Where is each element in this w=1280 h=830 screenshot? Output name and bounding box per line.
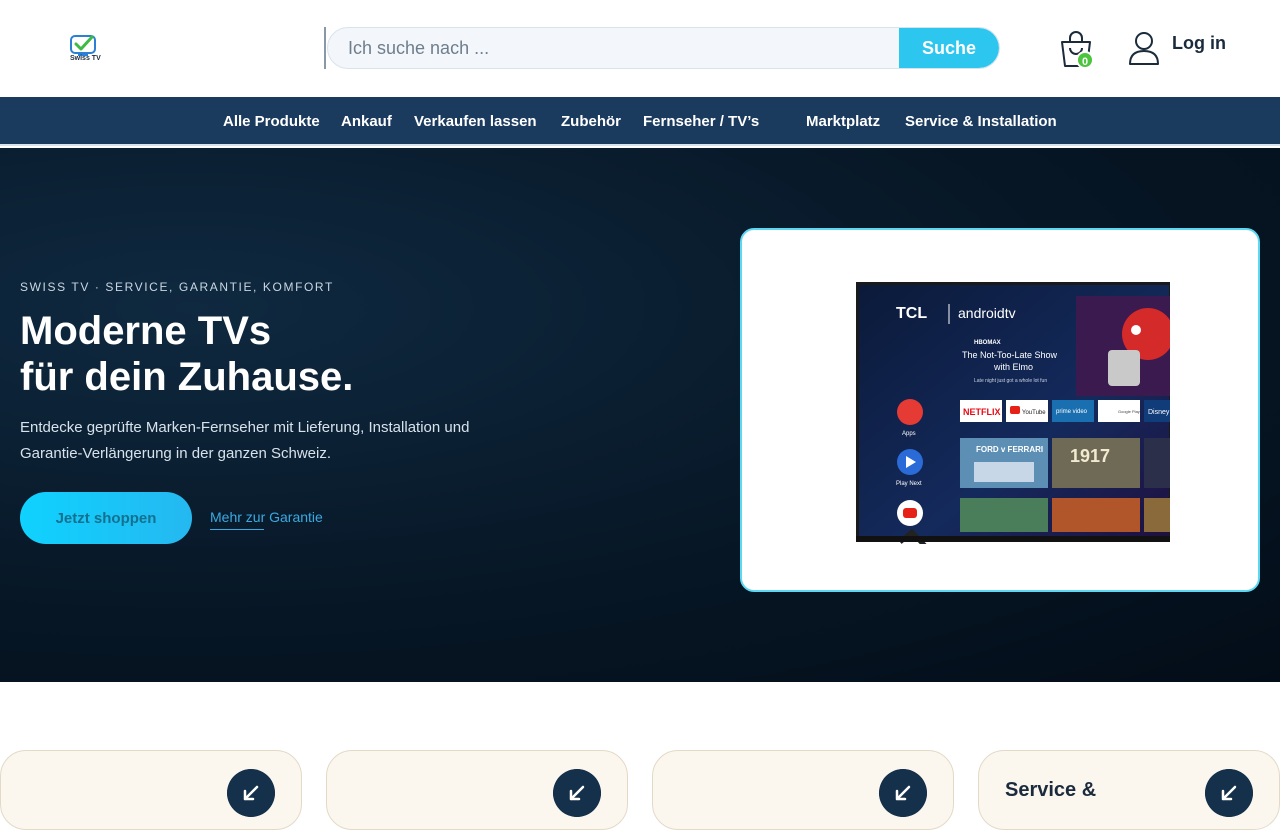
search-button[interactable]: Suche — [899, 28, 999, 68]
nav-item-alle-produkte[interactable]: Alle Produkte — [223, 113, 320, 130]
tv-side-apps: Apps — [902, 431, 916, 437]
tv-app-netflix: NETFLIX — [963, 407, 1001, 417]
feature-card-1[interactable] — [0, 750, 302, 830]
nav-item-ankauf[interactable]: Ankauf — [341, 113, 392, 130]
warranty-link[interactable]: Mehr zur Garantie — [210, 509, 323, 525]
tcl-tv-image: TCL androidtv HBOMAX The Not-Too-Late Sh… — [856, 282, 1170, 544]
hero-description: Entdecke geprüfte Marken-Fernseher mit L… — [20, 419, 470, 462]
nav-item-verkaufen-lassen[interactable]: Verkaufen lassen — [414, 113, 537, 130]
tv-brand: TCL — [896, 305, 927, 322]
nav-item-zubehoer[interactable]: Zubehör — [561, 113, 621, 130]
main-navigation: Alle Produkte Ankauf Verkaufen lassen Zu… — [0, 97, 1280, 146]
arrow-down-left-icon[interactable] — [1205, 769, 1253, 817]
hero-eyebrow: SWISS TV · SERVICE, GARANTIE, KOMFORT — [20, 280, 334, 294]
tv-show-title-2: with Elmo — [993, 362, 1033, 372]
warranty-link-underline — [210, 529, 264, 530]
feature-card-3[interactable] — [652, 750, 954, 830]
arrow-down-left-icon[interactable] — [879, 769, 927, 817]
feature-card-2[interactable] — [326, 750, 628, 830]
search-divider — [324, 27, 326, 69]
search-bar: Suche — [327, 27, 1000, 69]
nav-item-marktplatz[interactable]: Marktplatz — [806, 113, 880, 130]
login-link[interactable]: Log in — [1172, 33, 1226, 54]
hero-title-line-2: für dein Zuhause. — [20, 355, 354, 399]
hero-title: Moderne TVs für dein Zuhause. — [20, 308, 353, 400]
tv-side-play-next: Play Next — [896, 481, 922, 487]
logo-text: Swiss TV — [70, 55, 101, 62]
tv-movie-2: 1917 — [1070, 446, 1110, 466]
tv-app-youtube: YouTube — [1022, 410, 1046, 416]
tv-movie-1: FORD v FERRARI — [976, 445, 1043, 454]
tv-show-sub: Late night just got a whole lot fun — [974, 378, 1047, 384]
arrow-down-left-icon[interactable] — [227, 769, 275, 817]
feature-card-4[interactable]: Service & — [978, 750, 1280, 830]
hero-section: SWISS TV · SERVICE, GARANTIE, KOMFORT Mo… — [0, 148, 1280, 682]
site-header: Swiss TV Suche 0 Log in — [0, 0, 1280, 97]
search-input[interactable] — [328, 28, 901, 68]
tv-platform: androidtv — [958, 305, 1016, 321]
hero-product-card[interactable]: TCL androidtv HBOMAX The Not-Too-Late Sh… — [740, 228, 1260, 592]
arrow-down-left-icon[interactable] — [553, 769, 601, 817]
tv-app-gplay: Google Play — [1118, 409, 1140, 414]
hero-title-line-1: Moderne TVs — [20, 309, 272, 353]
tv-app-prime: prime video — [1056, 409, 1088, 415]
tv-show-title-1: The Not-Too-Late Show — [962, 350, 1058, 360]
user-icon[interactable] — [1128, 31, 1160, 65]
tv-provider: HBOMAX — [974, 340, 1001, 346]
shop-now-button[interactable]: Jetzt shoppen — [20, 492, 192, 544]
tv-app-disney: Disney — [1148, 409, 1170, 416]
nav-item-fernseher[interactable]: Fernseher / TV’s — [643, 113, 759, 130]
nav-item-service-installation[interactable]: Service & Installation — [905, 113, 1057, 130]
feature-title-4: Service & — [1005, 779, 1097, 801]
cart-count-badge: 0 — [1076, 51, 1094, 69]
